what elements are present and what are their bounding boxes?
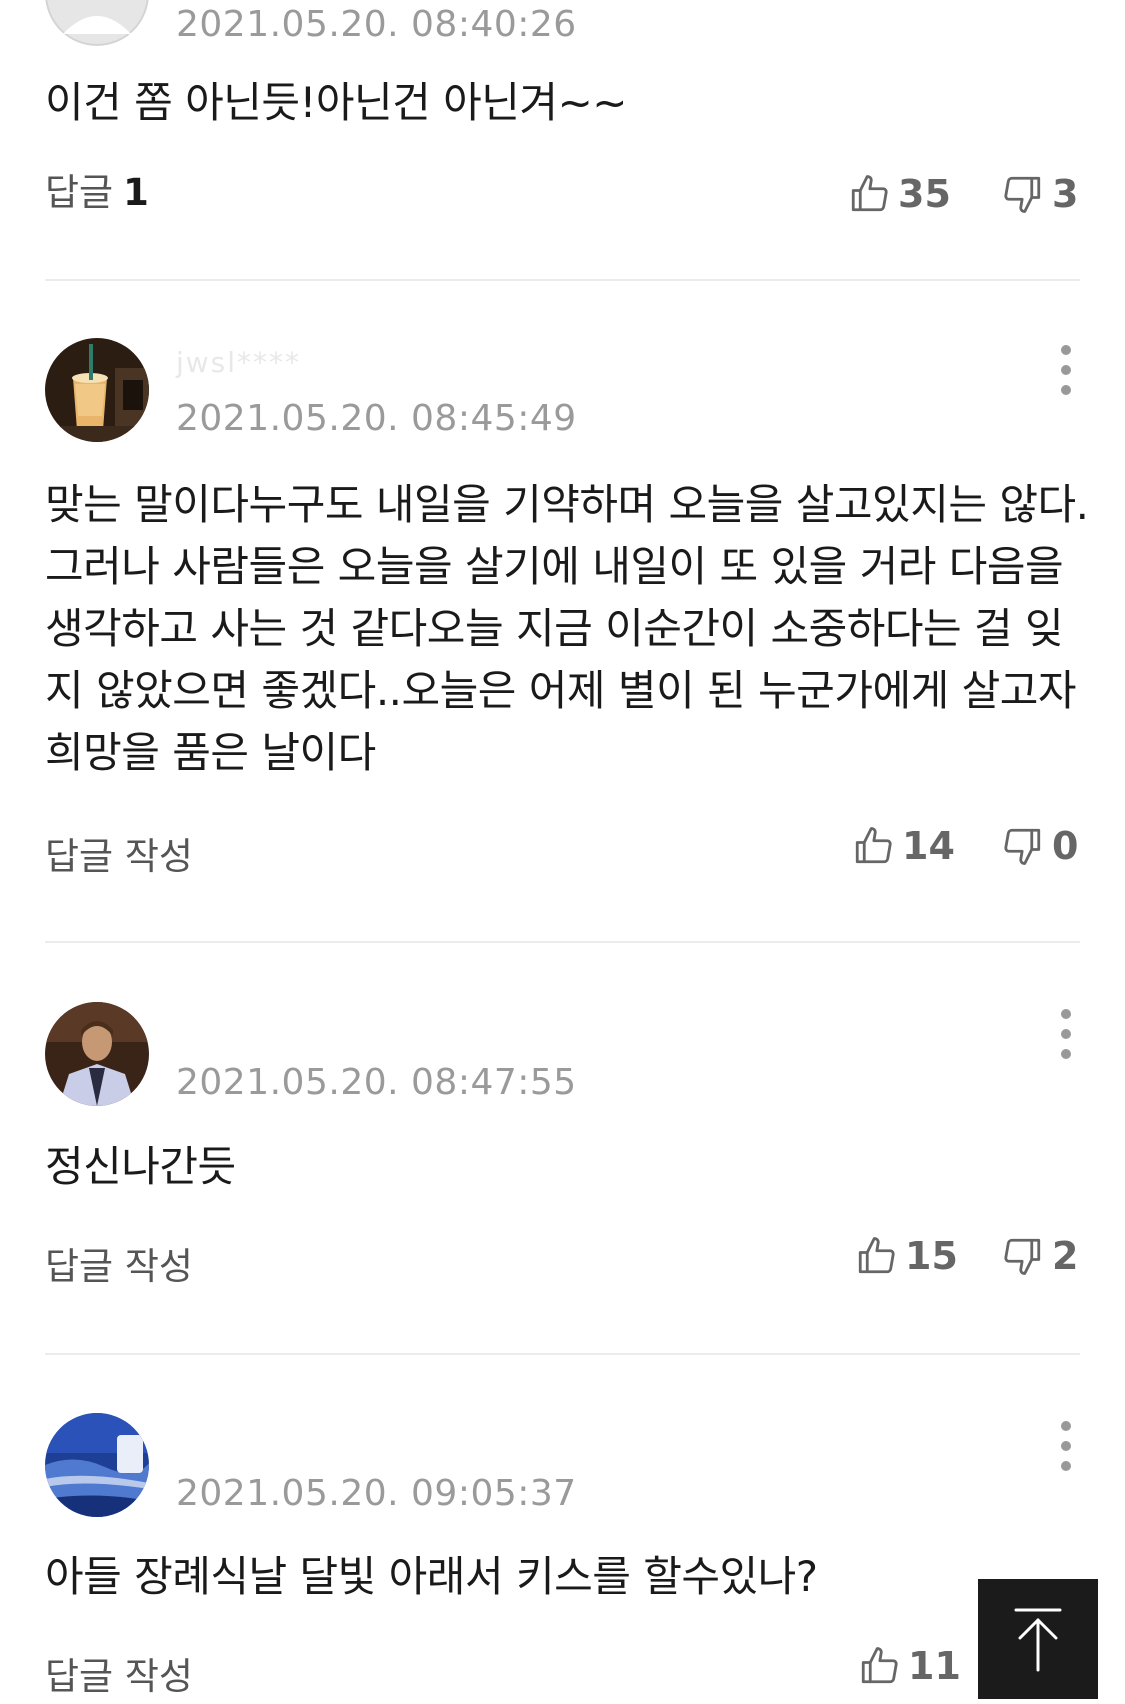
- like-count: 14: [902, 824, 955, 868]
- comment-divider: [45, 941, 1080, 943]
- avatar[interactable]: [45, 1413, 149, 1517]
- more-options-button[interactable]: [1046, 342, 1086, 398]
- reply-button[interactable]: 답글 작성: [45, 826, 193, 880]
- like-count: 15: [905, 1234, 958, 1278]
- thumbs-down-icon: [1004, 828, 1041, 865]
- thumbs-down-icon: [1004, 1238, 1041, 1275]
- reply-label: 답글: [45, 171, 114, 214]
- avatar[interactable]: [45, 338, 149, 442]
- dislike-button[interactable]: 3: [1002, 172, 1078, 216]
- thumbs-down-icon: [1004, 176, 1041, 213]
- more-vertical-icon: [1061, 1009, 1071, 1059]
- like-button[interactable]: 14: [852, 824, 955, 868]
- dislike-button[interactable]: 0: [1002, 824, 1078, 868]
- comment-body: 이건 쫌 아닌듯!아닌건 아닌겨~~: [45, 78, 627, 127]
- comment-timestamp: 2021.05.20. 08:45:49: [176, 398, 577, 439]
- thumbs-up-icon: [858, 1237, 895, 1274]
- like-button[interactable]: 15: [855, 1234, 958, 1278]
- comment-author[interactable]: jwsl****: [176, 346, 301, 379]
- reply-label: 답글 작성: [45, 835, 193, 878]
- reply-button[interactable]: 답글 작성: [45, 1646, 193, 1700]
- dislike-count: 3: [1052, 172, 1079, 216]
- thumbs-up-icon: [861, 1647, 898, 1684]
- like-count: 35: [898, 172, 951, 216]
- comment-item: 2021.05.20. 08:40:26 이건 쫌 아닌듯!아닌건 아닌겨~~ …: [0, 0, 1125, 281]
- comment-body: 정신나간듯: [45, 1142, 236, 1191]
- comment-divider: [45, 1353, 1080, 1355]
- avatar[interactable]: [45, 0, 149, 46]
- thumbs-up-icon: [855, 827, 892, 864]
- arrow-up-to-top-icon: [1014, 1608, 1062, 1672]
- avatar[interactable]: [45, 1002, 149, 1106]
- comment-body: 아들 장례식날 달빛 아래서 키스를 할수있나?: [45, 1552, 818, 1601]
- comment-body: 맞는 말이다누구도 내일을 기약하며 오늘을 살고있지는 않다.그러나 사람들은…: [45, 480, 1089, 777]
- comment-divider: [45, 279, 1080, 281]
- reply-count: 1: [123, 171, 149, 214]
- more-vertical-icon: [1061, 1421, 1071, 1471]
- like-button[interactable]: 11: [858, 1644, 961, 1688]
- reply-label: 답글 작성: [45, 1655, 193, 1698]
- comment-timestamp: 2021.05.20. 08:47:55: [176, 1062, 577, 1103]
- reply-button[interactable]: 답글 작성: [45, 1236, 193, 1290]
- more-vertical-icon: [1061, 345, 1071, 395]
- thumbs-up-icon: [851, 175, 888, 212]
- comment-timestamp: 2021.05.20. 08:40:26: [176, 4, 577, 45]
- dislike-button[interactable]: 2: [1002, 1234, 1078, 1278]
- comment-timestamp: 2021.05.20. 09:05:37: [176, 1473, 577, 1514]
- more-options-button[interactable]: [1046, 1418, 1086, 1474]
- dislike-count: 0: [1052, 824, 1079, 868]
- scroll-to-top-button[interactable]: [978, 1579, 1098, 1699]
- like-button[interactable]: 35: [848, 172, 951, 216]
- more-options-button[interactable]: [1046, 1006, 1086, 1062]
- reply-button[interactable]: 답글 1: [45, 162, 149, 216]
- dislike-count: 2: [1052, 1234, 1079, 1278]
- like-count: 11: [908, 1644, 961, 1688]
- reply-label: 답글 작성: [45, 1245, 193, 1288]
